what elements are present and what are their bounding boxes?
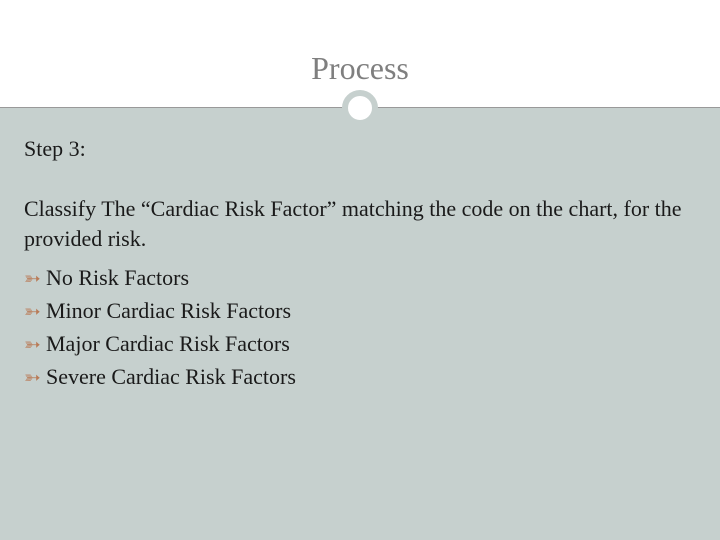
list-item-text: No Risk Factors	[46, 261, 189, 294]
list-item-text: Severe Cardiac Risk Factors	[46, 360, 296, 393]
list-item: ➳ Minor Cardiac Risk Factors	[24, 294, 696, 327]
list-item-text: Major Cardiac Risk Factors	[46, 327, 290, 360]
slide-header: Process	[0, 0, 720, 108]
slide-title: Process	[311, 50, 409, 87]
list-item: ➳ No Risk Factors	[24, 261, 696, 294]
bullet-icon: ➳	[24, 297, 44, 327]
bullet-list: ➳ No Risk Factors ➳ Minor Cardiac Risk F…	[24, 261, 696, 393]
bullet-icon: ➳	[24, 264, 44, 294]
slide-body: Step 3: Classify The “Cardiac Risk Facto…	[0, 108, 720, 540]
list-item: ➳ Major Cardiac Risk Factors	[24, 327, 696, 360]
step-label: Step 3:	[24, 136, 696, 162]
header-circle-icon	[342, 90, 378, 126]
bullet-icon: ➳	[24, 330, 44, 360]
bullet-icon: ➳	[24, 363, 44, 393]
step-description: Classify The “Cardiac Risk Factor” match…	[24, 194, 696, 253]
list-item-text: Minor Cardiac Risk Factors	[46, 294, 291, 327]
list-item: ➳ Severe Cardiac Risk Factors	[24, 360, 696, 393]
